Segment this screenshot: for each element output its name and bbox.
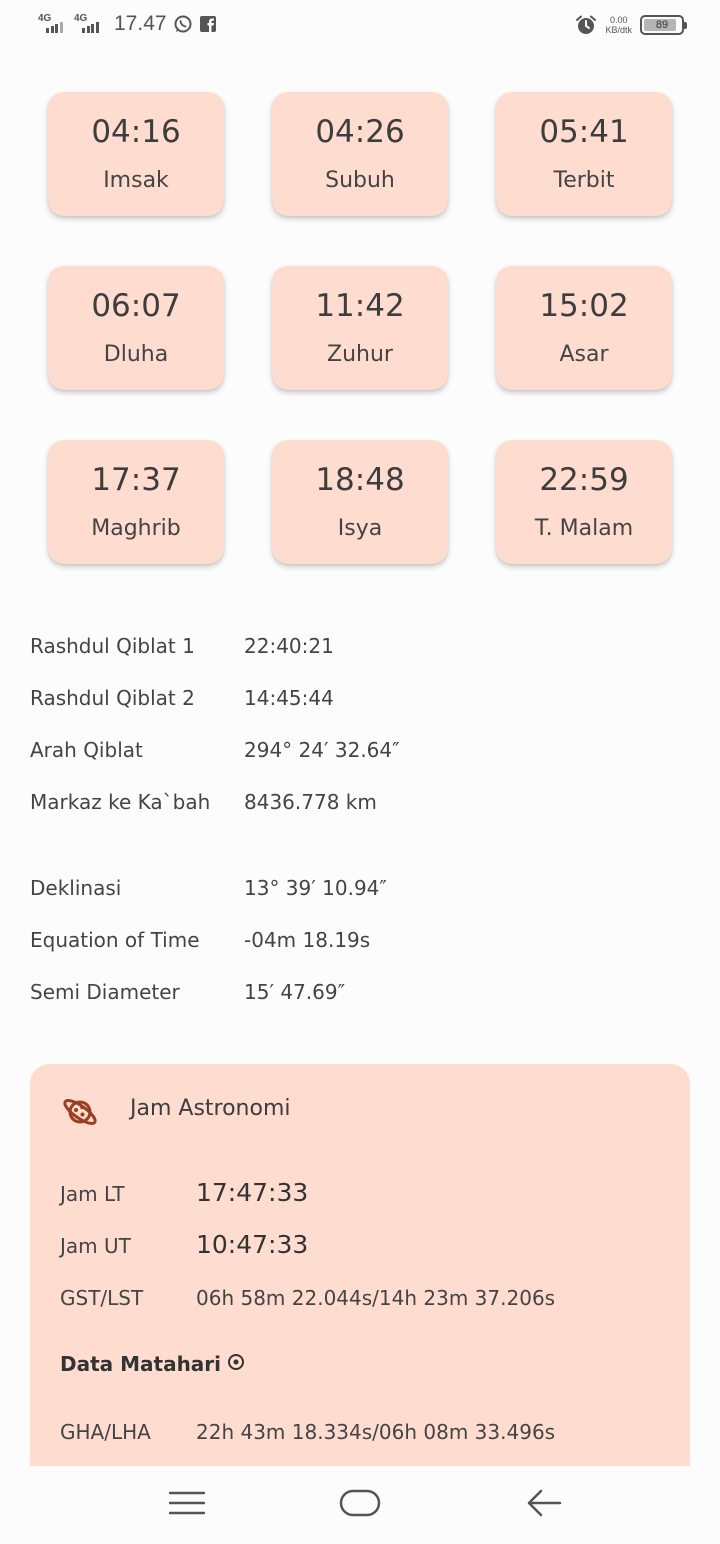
battery-percent: 89 [655, 19, 669, 31]
prayer-time: 06:07 [91, 288, 181, 324]
astro-value: 17:47:33 [196, 1178, 309, 1207]
menu-button[interactable] [157, 1484, 217, 1526]
prayer-card-isya[interactable]: 18:48 Isya [272, 440, 448, 564]
prayer-name: Asar [559, 342, 609, 367]
info-label: Arah Qiblat [30, 738, 143, 762]
home-icon [339, 1488, 381, 1522]
info-label: Semi Diameter [30, 980, 180, 1004]
info-label: Rashdul Qiblat 2 [30, 686, 195, 710]
prayer-time: 17:37 [91, 462, 181, 498]
prayer-time: 04:16 [91, 114, 181, 150]
signal-icon-sim2: 4G [74, 13, 104, 35]
info-label: Markaz ke Ka`bah [30, 790, 211, 814]
astro-value: 22h 43m 18.334s/06h 08m 33.496s [196, 1420, 556, 1444]
prayer-card-subuh[interactable]: 04:26 Subuh [272, 92, 448, 216]
info-label: Deklinasi [30, 876, 122, 900]
whatsapp-icon [173, 14, 193, 34]
info-value: 14:45:44 [244, 686, 334, 710]
astronomy-panel: Jam Astronomi Jam LT 17:47:33 Jam UT 10:… [30, 1064, 690, 1484]
prayer-name: Isya [337, 516, 383, 541]
prayer-card-tahajud[interactable]: 22:59 T. Malam [496, 440, 672, 564]
astro-label: GHA/LHA [60, 1420, 151, 1444]
info-label: Equation of Time [30, 928, 200, 952]
info-value: 8436.778 km [244, 790, 377, 814]
prayer-card-maghrib[interactable]: 17:37 Maghrib [48, 440, 224, 564]
prayer-time: 22:59 [539, 462, 629, 498]
prayer-time: 05:41 [539, 114, 629, 150]
back-button[interactable] [514, 1484, 574, 1526]
signal-icon-sim1: 4G [38, 13, 68, 35]
back-icon [526, 1488, 562, 1522]
status-time: 17.47 [114, 12, 167, 35]
prayer-time: 18:48 [315, 462, 405, 498]
info-value: 15′ 47.69″ [244, 980, 346, 1004]
navigation-bar [0, 1466, 720, 1544]
info-value: -04m 18.19s [244, 928, 371, 952]
astro-label: Jam UT [60, 1234, 131, 1258]
prayer-name: Subuh [325, 168, 395, 193]
facebook-icon [199, 15, 217, 33]
astro-label: Jam LT [60, 1182, 125, 1206]
prayer-card-dluha[interactable]: 06:07 Dluha [48, 266, 224, 390]
sun-icon [227, 1352, 245, 1376]
prayer-card-imsak[interactable]: 04:16 Imsak [48, 92, 224, 216]
prayer-time: 11:42 [315, 288, 405, 324]
prayer-card-asar[interactable]: 15:02 Asar [496, 266, 672, 390]
menu-icon [168, 1490, 206, 1520]
prayer-name: Maghrib [91, 516, 181, 541]
prayer-name: T. Malam [534, 516, 634, 541]
prayer-name: Terbit [553, 168, 615, 193]
network-speed: 0.00 KB/dtk [605, 15, 632, 35]
astro-value: 10:47:33 [196, 1230, 309, 1259]
prayer-time: 04:26 [315, 114, 405, 150]
battery-icon: 89 [640, 15, 687, 35]
prayer-name: Dluha [103, 342, 169, 367]
astro-value: 06h 58m 22.044s/14h 23m 37.206s [196, 1286, 556, 1310]
astronomy-title: Jam Astronomi [130, 1096, 291, 1121]
info-label: Rashdul Qiblat 1 [30, 634, 195, 658]
planet-icon [60, 1092, 100, 1132]
prayer-card-zuhur[interactable]: 11:42 Zuhur [272, 266, 448, 390]
home-button[interactable] [330, 1484, 390, 1526]
prayer-name: Imsak [103, 168, 169, 193]
prayer-name: Zuhur [327, 342, 393, 367]
data-matahari-heading: Data Matahari [60, 1352, 245, 1376]
status-bar: 4G 4G 17.47 0.00 KB/dtk 89 [0, 0, 720, 54]
prayer-time: 15:02 [539, 288, 629, 324]
info-value: 13° 39′ 10.94″ [244, 876, 387, 900]
section-title: Data Matahari [60, 1352, 222, 1376]
info-value: 294° 24′ 32.64″ [244, 738, 400, 762]
prayer-card-terbit[interactable]: 05:41 Terbit [496, 92, 672, 216]
info-value: 22:40:21 [244, 634, 334, 658]
astro-label: GST/LST [60, 1286, 144, 1310]
alarm-icon [575, 14, 597, 36]
